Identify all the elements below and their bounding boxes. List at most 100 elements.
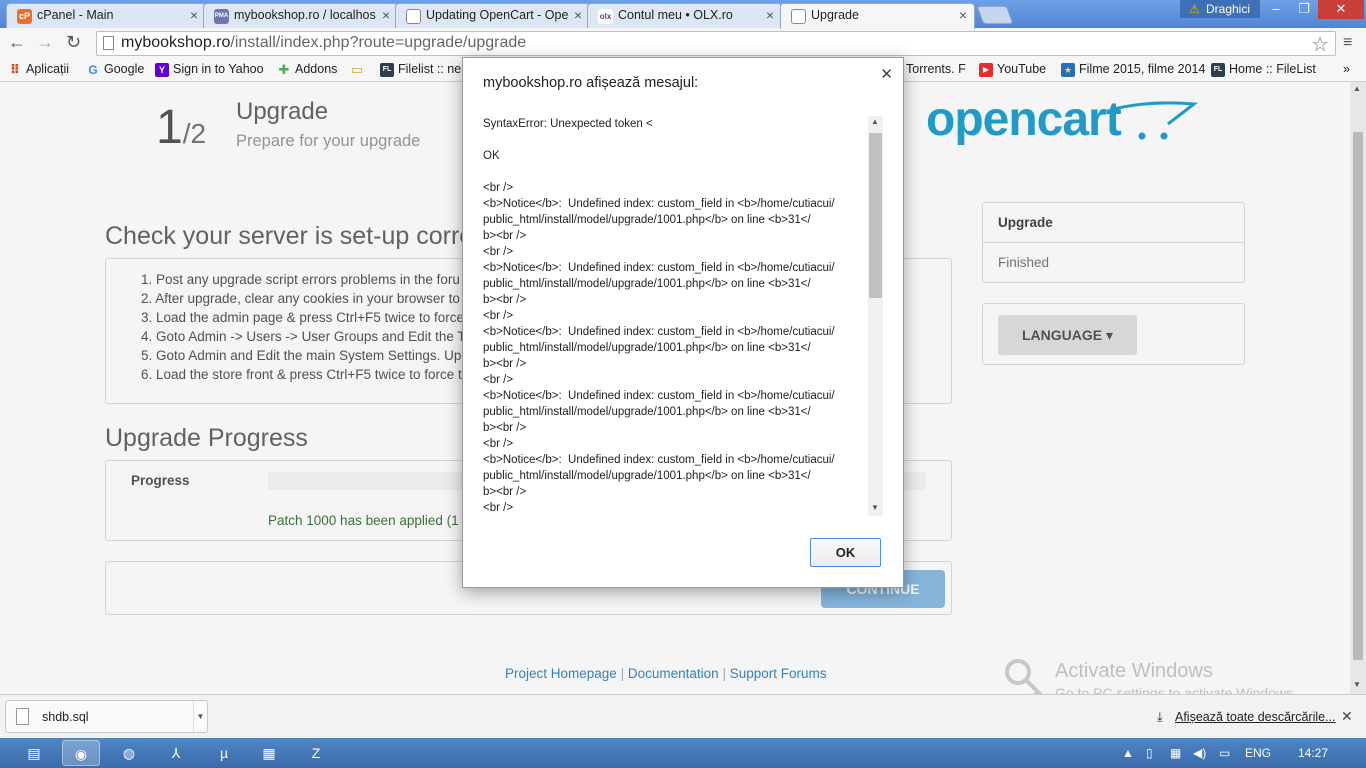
- file-explorer-icon[interactable]: ▤: [15, 740, 53, 766]
- tab-strip: cP cPanel - Main × PMA mybookshop.ro / l…: [0, 0, 1366, 29]
- tab-olx[interactable]: olx Contul meu • OLX.ro ×: [587, 3, 782, 28]
- dialog-message-line: <b>Notice</b>: Undefined index: custom_f…: [483, 198, 835, 210]
- forward-icon[interactable]: →: [36, 32, 54, 53]
- utorrent-icon[interactable]: µ: [205, 740, 243, 766]
- window-close-button[interactable]: ✕: [1318, 0, 1364, 19]
- ok-button[interactable]: OK: [810, 538, 881, 567]
- bookmark-filme[interactable]: ★ Filme 2015, filme 2014: [1061, 62, 1205, 77]
- dialog-message-line: public_html/install/model/upgrade/1001.p…: [483, 278, 811, 290]
- ccleaner-icon[interactable]: ◍: [110, 740, 148, 766]
- show-all-downloads-link[interactable]: ⤓ Afișează toate descărcările...: [1157, 709, 1336, 724]
- bookmark-addons[interactable]: ✚ Addons: [277, 62, 338, 77]
- tab-updating-opencart[interactable]: Updating OpenCart - Ope ×: [395, 3, 590, 28]
- download-item[interactable]: shdb.sql ▼: [5, 700, 208, 733]
- tab-cpanel[interactable]: cP cPanel - Main ×: [6, 3, 206, 28]
- filezilla-icon[interactable]: Z: [297, 740, 335, 766]
- input-language[interactable]: ENG: [1245, 746, 1271, 760]
- close-icon[interactable]: ×: [382, 7, 390, 23]
- close-icon[interactable]: ✕: [1341, 708, 1353, 725]
- page-icon: [406, 9, 421, 24]
- tab-upgrade[interactable]: Upgrade ×: [780, 3, 975, 29]
- dialog-message-line: public_html/install/model/upgrade/1001.p…: [483, 406, 811, 418]
- dialog-message-line: [483, 164, 883, 180]
- bookmark-home-filelist[interactable]: FL Home :: FileList: [1211, 62, 1316, 77]
- tab-title: Updating OpenCart - Ope: [426, 8, 569, 22]
- maximize-button[interactable]: ❐: [1290, 0, 1318, 19]
- bookmark-star-icon[interactable]: ☆: [1311, 32, 1329, 57]
- chrome-icon[interactable]: ◉: [62, 740, 100, 766]
- tab-title: Contul meu • OLX.ro: [618, 8, 733, 22]
- minimize-button[interactable]: –: [1262, 0, 1290, 19]
- filelist-icon: FL: [1211, 63, 1225, 77]
- dialog-message-line: public_html/install/model/upgrade/1001.p…: [483, 214, 811, 226]
- youtube-icon: ▶: [979, 63, 993, 77]
- close-icon[interactable]: ×: [959, 7, 967, 23]
- bookmark-label: Google: [104, 62, 145, 76]
- bookmark-label: Aplicații: [26, 62, 70, 76]
- alert-dialog: mybookshop.ro afișează mesajul: ✕ Syntax…: [462, 57, 904, 588]
- chevron-down-icon[interactable]: ▼: [193, 701, 207, 732]
- dialog-message-line: public_html/install/model/upgrade/1001.p…: [483, 342, 811, 354]
- bookmark-label: Sign in to Yahoo: [173, 62, 264, 76]
- url-host: mybookshop.ro: [121, 34, 231, 51]
- bookmark-label: Home :: FileList: [1229, 62, 1316, 76]
- chrome-menu-icon[interactable]: ≡: [1343, 34, 1352, 52]
- back-icon[interactable]: ←: [8, 32, 26, 53]
- bookmark-label: Torrents. F: [906, 62, 966, 76]
- bookmark-google[interactable]: G Google: [86, 62, 145, 77]
- download-filename: shdb.sql: [42, 710, 89, 724]
- close-icon[interactable]: ×: [766, 7, 774, 23]
- bookmark-yahoo[interactable]: Y Sign in to Yahoo: [155, 62, 264, 77]
- tab-title: mybookshop.ro / localhos: [234, 8, 376, 22]
- dialog-message-line: <br />: [483, 502, 514, 514]
- address-bar[interactable]: mybookshop.ro/install/index.php?route=up…: [96, 31, 1336, 56]
- dialog-message-line: <br />: [483, 438, 514, 450]
- close-icon[interactable]: ×: [574, 7, 582, 23]
- scrollbar-thumb[interactable]: [869, 133, 882, 298]
- dialog-message-line: public_html/install/model/upgrade/1001.p…: [483, 470, 811, 482]
- downloads-shelf: shdb.sql ▼ ⤓ Afișează toate descărcările…: [0, 694, 1366, 738]
- bookmark-youtube[interactable]: ▶ YouTube: [979, 62, 1047, 77]
- dialog-message-line: [483, 132, 883, 148]
- device-icon[interactable]: ▯: [1146, 746, 1153, 760]
- bookmark-filelist-nelu[interactable]: FL Filelist :: nelu: [380, 62, 471, 77]
- close-icon[interactable]: ✕: [880, 65, 893, 83]
- scroll-down-icon[interactable]: ▼: [871, 503, 879, 512]
- dialog-message-line: <br />: [483, 182, 514, 194]
- notepad-icon[interactable]: ▦: [250, 740, 288, 766]
- dialog-message-line: OK: [483, 150, 500, 162]
- filelist-icon: FL: [380, 63, 394, 77]
- phpmyadmin-icon: PMA: [214, 9, 229, 24]
- apps-grid-icon: ⠿: [9, 62, 21, 77]
- show-all-label: Afișează toate descărcările...: [1175, 710, 1336, 724]
- yahoo-icon: Y: [155, 63, 169, 77]
- new-tab-button[interactable]: [976, 6, 1014, 24]
- url-path: /install/index.php?route=upgrade/upgrade: [230, 34, 527, 51]
- dialog-message-line: b><br />: [483, 422, 527, 434]
- tab-title: Upgrade: [811, 8, 859, 22]
- dialog-message-line: <br />: [483, 310, 514, 322]
- bookmark-label: YouTube: [997, 62, 1047, 76]
- dialog-message[interactable]: SyntaxError: Unexpected token < OK <br /…: [483, 116, 883, 516]
- dialog-scrollbar[interactable]: ▲ ▼: [868, 116, 883, 516]
- clock[interactable]: 14:27: [1298, 746, 1328, 760]
- browser-toolbar: ← → ↻ mybookshop.ro/install/index.php?ro…: [0, 28, 1366, 58]
- bookmarks-overflow-icon[interactable]: »: [1343, 62, 1350, 76]
- tab-phpmyadmin[interactable]: PMA mybookshop.ro / localhos ×: [203, 3, 398, 28]
- dialog-message-line: b><br />: [483, 486, 527, 498]
- network-icon[interactable]: ▦: [1170, 746, 1181, 760]
- tab-title: cPanel - Main: [37, 8, 114, 22]
- page-info-icon[interactable]: [103, 36, 114, 50]
- close-icon[interactable]: ×: [190, 7, 198, 23]
- action-center-icon[interactable]: ▭: [1219, 746, 1230, 760]
- scroll-up-icon[interactable]: ▲: [871, 117, 879, 126]
- bookmark-label: Addons: [295, 62, 338, 76]
- warning-icon: ⚠: [1189, 2, 1200, 16]
- profile-button[interactable]: ⚠ Draghici: [1180, 0, 1260, 18]
- tray-overflow-icon[interactable]: ▲: [1122, 746, 1134, 760]
- bookmark-apps[interactable]: ⠿ Aplicații: [8, 62, 70, 77]
- volume-icon[interactable]: ◀): [1193, 746, 1206, 760]
- reload-icon[interactable]: ↻: [66, 32, 81, 53]
- download-icon: ⤓: [1157, 709, 1163, 724]
- acrobat-icon[interactable]: ⅄: [157, 740, 195, 766]
